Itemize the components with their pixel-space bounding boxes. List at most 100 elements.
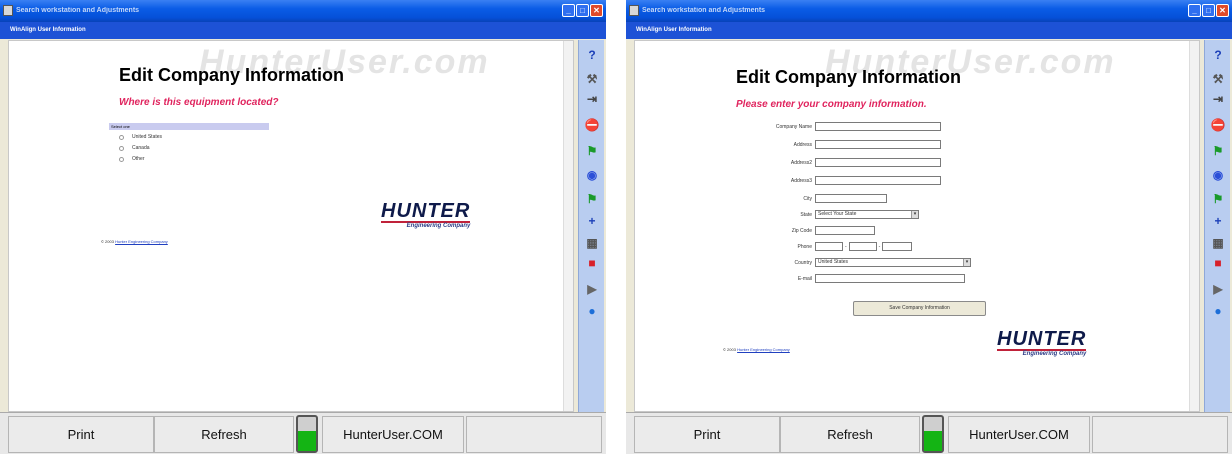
scrollbar[interactable]	[563, 41, 573, 411]
content-panel: HunterUser.com Edit Company Information …	[634, 40, 1200, 412]
stop-icon[interactable]: ⛔	[1208, 116, 1228, 134]
close-button[interactable]: ✕	[1216, 4, 1229, 17]
refresh-button[interactable]: Refresh	[154, 416, 294, 453]
blank-button[interactable]	[466, 416, 602, 453]
gun-icon[interactable]: ▶	[1208, 280, 1228, 298]
target-icon[interactable]: ◉	[582, 166, 602, 184]
city-row: City	[753, 193, 887, 204]
print-button[interactable]: Print	[634, 416, 780, 453]
radio-label: Other	[132, 156, 145, 162]
phone-label: Phone	[797, 243, 812, 250]
radio-label: United States	[132, 134, 163, 140]
globe-icon[interactable]: ●	[1208, 302, 1228, 320]
chevron-down-icon[interactable]: ▾	[911, 211, 918, 218]
country-select[interactable]: United States ▾	[815, 258, 971, 267]
status-bar-fill	[298, 430, 316, 451]
phone-area-input[interactable]	[815, 242, 843, 251]
radio-option-united-states[interactable]: United States	[119, 133, 162, 141]
red-cube-icon[interactable]: ■	[1208, 254, 1228, 272]
globe-icon[interactable]: ●	[582, 302, 602, 320]
address3-row: Address3	[753, 175, 941, 186]
city-input[interactable]	[815, 194, 887, 203]
hunter-company-link[interactable]: Hunter Engineering Company	[737, 347, 790, 352]
title-bar[interactable]: Search workstation and Adjustments _ □ ✕	[0, 0, 606, 22]
logo-subtitle: Engineering Company	[997, 349, 1087, 358]
copyright-prefix: © 2003	[101, 239, 114, 244]
radio-button[interactable]	[119, 145, 124, 151]
phone-prefix-input[interactable]	[848, 242, 877, 251]
radio-option-canada[interactable]: Canada	[119, 144, 150, 152]
address3-input[interactable]	[815, 176, 941, 185]
address2-input[interactable]	[815, 158, 941, 167]
window-left: Search workstation and Adjustments _ □ ✕…	[0, 0, 606, 454]
hunter-logo: HUNTER Engineering Company	[997, 329, 1087, 358]
close-button[interactable]: ✕	[590, 4, 603, 17]
blank-button[interactable]	[1092, 416, 1228, 453]
minimize-button[interactable]: _	[1188, 4, 1201, 17]
window-controls: _ □ ✕	[562, 4, 603, 17]
page-subtitle: Where is this equipment located?	[119, 97, 279, 108]
window-right: Search workstation and Adjustments _ □ ✕…	[626, 0, 1232, 454]
side-toolbar: ? ⚒ ⇥ ⛔ ⚑ ◉ ⚑ + ▦ ■ ▶ ●	[1204, 40, 1230, 412]
title-bar[interactable]: Search workstation and Adjustments _ □ ✕	[626, 0, 1232, 22]
email-row: E-mail	[753, 273, 965, 284]
print-button[interactable]: Print	[8, 416, 154, 453]
red-cube-icon[interactable]: ■	[582, 254, 602, 272]
plus-icon[interactable]: +	[1208, 212, 1228, 230]
help-question-icon[interactable]: ?	[1208, 46, 1228, 64]
minimize-button[interactable]: _	[562, 4, 575, 17]
hunteruser-button[interactable]: HunterUser.COM	[948, 416, 1090, 453]
help-question-icon[interactable]: ?	[582, 46, 602, 64]
status-bar-indicator	[922, 415, 944, 453]
gun-icon[interactable]: ▶	[582, 280, 602, 298]
scrollbar[interactable]	[1189, 41, 1199, 411]
bottom-bar: Print Refresh HunterUser.COM	[626, 412, 1232, 454]
flags-icon[interactable]: ⚑	[1208, 142, 1228, 160]
state-row: State Select Your State ▾	[753, 209, 919, 220]
bottom-bar: Print Refresh HunterUser.COM	[0, 412, 606, 454]
calculator-icon[interactable]: ▦	[1208, 234, 1228, 252]
radio-option-other[interactable]: Other	[119, 155, 145, 163]
page-title: Edit Company Information	[736, 67, 961, 87]
flags-icon[interactable]: ⚑	[582, 142, 602, 160]
select-header: Select one	[109, 123, 269, 130]
radio-button[interactable]	[119, 156, 124, 162]
address-row: Address	[753, 139, 941, 150]
plus-icon[interactable]: +	[582, 212, 602, 230]
maximize-button[interactable]: □	[576, 4, 589, 17]
target-icon[interactable]: ◉	[1208, 166, 1228, 184]
flags-icon[interactable]: ⚑	[582, 190, 602, 208]
content-panel: HunterUser.com Edit Company Information …	[8, 40, 574, 412]
email-input[interactable]	[815, 274, 965, 283]
hunteruser-button[interactable]: HunterUser.COM	[322, 416, 464, 453]
hunter-company-link[interactable]: Hunter Engineering Company	[115, 239, 168, 244]
skip-step-icon[interactable]: ⇥	[582, 90, 602, 108]
copyright: © 2003 Hunter Engineering Company	[723, 347, 790, 352]
company-name-row: Company Name	[753, 121, 941, 132]
radio-button[interactable]	[119, 134, 124, 140]
logo-word: HUNTER	[381, 200, 471, 222]
hunter-logo: HUNTER Engineering Company	[381, 200, 471, 230]
address-input[interactable]	[815, 140, 941, 149]
refresh-button[interactable]: Refresh	[780, 416, 920, 453]
address3-label: Address3	[790, 177, 812, 184]
zip-row: Zip Code	[753, 225, 875, 236]
skip-step-icon[interactable]: ⇥	[1208, 90, 1228, 108]
side-toolbar: ? ⚒ ⇥ ⛔ ⚑ ◉ ⚑ + ▦ ■ ▶ ●	[578, 40, 604, 412]
zip-input[interactable]	[815, 226, 875, 235]
phone-line-input[interactable]	[882, 242, 913, 251]
maximize-button[interactable]: □	[1202, 4, 1215, 17]
save-company-button[interactable]: Save Company Information	[853, 301, 986, 316]
flags-icon[interactable]: ⚑	[1208, 190, 1228, 208]
company-name-input[interactable]	[815, 122, 941, 131]
tools-icon[interactable]: ⚒	[1208, 70, 1228, 88]
stop-icon[interactable]: ⛔	[582, 116, 602, 134]
company-name-label: Company Name	[775, 123, 812, 130]
phone-separator: -	[845, 243, 847, 250]
calculator-icon[interactable]: ▦	[582, 234, 602, 252]
logo-subtitle: Engineering Company	[381, 221, 471, 230]
chevron-down-icon[interactable]: ▾	[963, 259, 970, 266]
state-select-value: Select Your State	[818, 211, 857, 217]
state-select[interactable]: Select Your State ▾	[815, 210, 919, 219]
tools-icon[interactable]: ⚒	[582, 70, 602, 88]
